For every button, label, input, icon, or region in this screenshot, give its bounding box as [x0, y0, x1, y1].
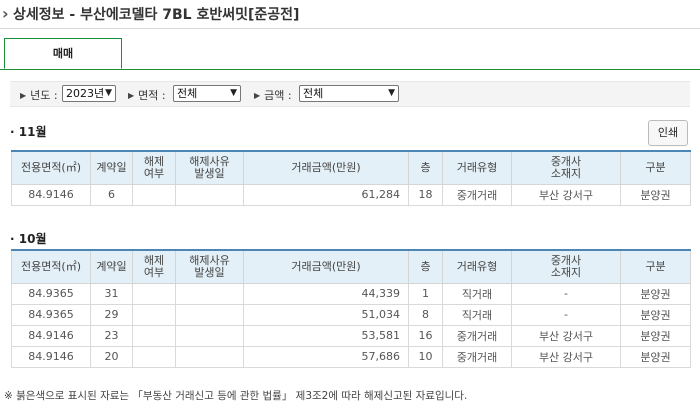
- table-cell: [175, 183, 244, 206]
- column-header: 중개사 소재지: [511, 150, 621, 185]
- table-row: 84.9365 29 51,034 8 직거래 - 분양권: [11, 303, 691, 326]
- table-cell: 10: [408, 345, 443, 368]
- column-header: 거래금액(만원): [243, 249, 409, 284]
- year-filter-label: ▶ 년도 :: [20, 89, 58, 102]
- table-cell: [132, 345, 176, 368]
- chevron-down-icon: ▼: [230, 88, 237, 98]
- table-cell: 31: [90, 282, 133, 305]
- table-cell: 84.9146: [11, 345, 91, 368]
- table-cell: 61,284: [243, 183, 409, 206]
- triangle-right-icon: ▶: [20, 91, 27, 100]
- column-header: 층: [408, 249, 443, 284]
- table-cell: -: [511, 303, 621, 326]
- table-cell: 16: [408, 324, 443, 347]
- chevron-right-icon: ›: [2, 4, 9, 23]
- page-title: 상세정보 - 부산에코델타 7BL 호반써밋[준공전]: [13, 7, 300, 23]
- tab-bar: 매매: [0, 38, 700, 70]
- table-row: 84.9146 20 57,686 10 중개거래 부산 강서구 분양권: [11, 345, 691, 368]
- table-cell: 분양권: [620, 303, 691, 326]
- column-header: 계약일: [90, 150, 133, 185]
- transactions-table-october: 전용면적(㎡) 계약일 해제 여부 해제사유 발생일 거래금액(만원) 층 거래유형 중개사 …: [11, 249, 691, 368]
- filter-bar: ▶ 년도 : 2023년 ▼ ▶ 면적 : 전체 ▼ ▶ 금액 : 전체 ▼: [10, 81, 690, 107]
- column-header: 전용면적(㎡): [11, 249, 91, 284]
- table-row: 84.9146 23 53,581 16 중개거래 부산 강서구 분양권: [11, 324, 691, 347]
- table-cell: 6: [90, 183, 133, 206]
- table-cell: [132, 282, 176, 305]
- column-header: 구분: [620, 150, 691, 185]
- column-header: 거래금액(만원): [243, 150, 409, 185]
- column-header: 층: [408, 150, 443, 185]
- table-cell: 중개거래: [442, 324, 512, 347]
- table-cell: 부산 강서구: [511, 345, 621, 368]
- price-filter-label: ▶ 금액 :: [254, 89, 292, 102]
- table-cell: [175, 345, 244, 368]
- table-cell: 부산 강서구: [511, 324, 621, 347]
- footnote: ※ 붉은색으로 표시된 자료는 「부동산 거래신고 등에 관한 법률」 제3조2…: [4, 390, 468, 402]
- table-cell: 29: [90, 303, 133, 326]
- table-cell: [132, 324, 176, 347]
- triangle-right-icon: ▶: [254, 91, 261, 100]
- area-select[interactable]: 전체 ▼: [173, 85, 241, 102]
- table-cell: [132, 183, 176, 206]
- column-header: 해제사유 발생일: [175, 249, 244, 284]
- table-cell: 직거래: [442, 282, 512, 305]
- column-header: 거래유형: [442, 249, 512, 284]
- table-cell: [175, 282, 244, 305]
- column-header: 전용면적(㎡): [11, 150, 91, 185]
- table-cell: 57,686: [243, 345, 409, 368]
- table-cell: 분양권: [620, 282, 691, 305]
- table-cell: 1: [408, 282, 443, 305]
- price-select[interactable]: 전체 ▼: [299, 85, 399, 102]
- table-cell: 84.9146: [11, 183, 91, 206]
- column-header: 중개사 소재지: [511, 249, 621, 284]
- triangle-right-icon: ▶: [128, 91, 135, 100]
- table-cell: 23: [90, 324, 133, 347]
- print-button[interactable]: 인쇄: [648, 120, 688, 146]
- table-cell: -: [511, 282, 621, 305]
- table-cell: 44,339: [243, 282, 409, 305]
- table-header-row: 전용면적(㎡) 계약일 해제 여부 해제사유 발생일 거래금액(만원) 층 거래유형 중개사 …: [11, 249, 691, 284]
- transactions-table-november: 전용면적(㎡) 계약일 해제 여부 해제사유 발생일 거래금액(만원) 층 거래유형 중개사 …: [11, 150, 691, 206]
- area-filter-label: ▶ 면적 :: [128, 89, 166, 102]
- column-header: 해제 여부: [132, 249, 176, 284]
- table-cell: 중개거래: [442, 183, 512, 206]
- column-header: 계약일: [90, 249, 133, 284]
- table-cell: 8: [408, 303, 443, 326]
- table-cell: 분양권: [620, 324, 691, 347]
- chevron-down-icon: ▼: [388, 88, 395, 98]
- table-cell: 분양권: [620, 183, 691, 206]
- column-header: 해제 여부: [132, 150, 176, 185]
- table-cell: 20: [90, 345, 133, 368]
- table-cell: 부산 강서구: [511, 183, 621, 206]
- page-header: › 상세정보 - 부산에코델타 7BL 호반써밋[준공전]: [0, 0, 700, 29]
- table-cell: 분양권: [620, 345, 691, 368]
- table-cell: 51,034: [243, 303, 409, 326]
- section-title: · 11월: [10, 125, 47, 139]
- table-cell: 84.9146: [11, 324, 91, 347]
- column-header: 거래유형: [442, 150, 512, 185]
- table-header-row: 전용면적(㎡) 계약일 해제 여부 해제사유 발생일 거래금액(만원) 층 거래유형 중개사 …: [11, 150, 691, 185]
- chevron-down-icon: ▼: [105, 88, 112, 98]
- tab-sale[interactable]: 매매: [4, 38, 122, 69]
- table-cell: [175, 324, 244, 347]
- table-cell: [132, 303, 176, 326]
- table-row: 84.9365 31 44,339 1 직거래 - 분양권: [11, 282, 691, 305]
- column-header: 구분: [620, 249, 691, 284]
- column-header: 해제사유 발생일: [175, 150, 244, 185]
- table-cell: 직거래: [442, 303, 512, 326]
- table-row: 84.9146 6 61,284 18 중개거래 부산 강서구 분양권: [11, 183, 691, 206]
- table-cell: 53,581: [243, 324, 409, 347]
- section-title: · 10월: [10, 232, 47, 246]
- table-cell: [175, 303, 244, 326]
- table-cell: 중개거래: [442, 345, 512, 368]
- table-cell: 84.9365: [11, 303, 91, 326]
- table-cell: 18: [408, 183, 443, 206]
- year-select[interactable]: 2023년 ▼: [62, 85, 116, 102]
- table-cell: 84.9365: [11, 282, 91, 305]
